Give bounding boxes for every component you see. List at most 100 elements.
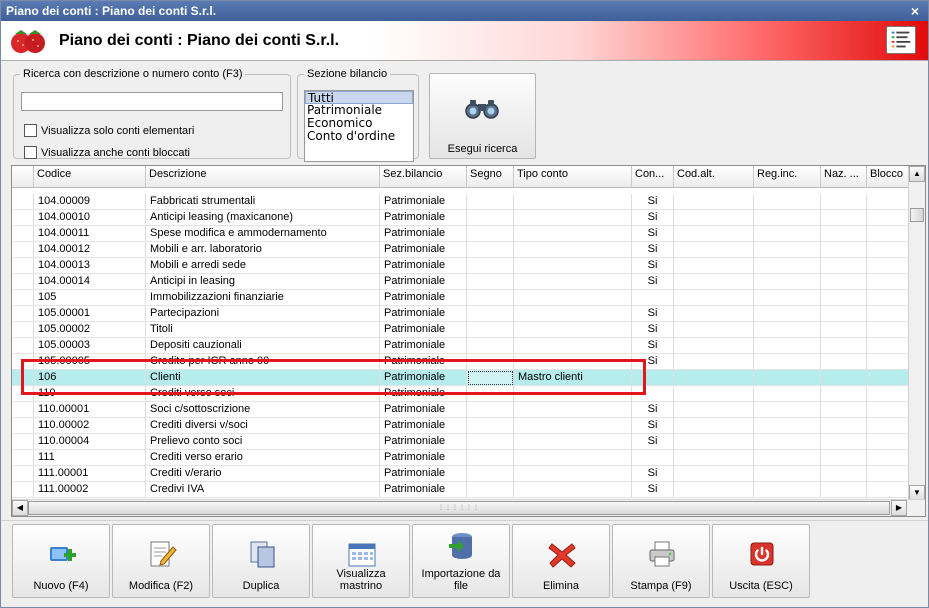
- table-cell[interactable]: [867, 306, 909, 322]
- row-indicator[interactable]: [12, 482, 34, 498]
- table-cell[interactable]: Patrimoniale: [380, 402, 467, 418]
- table-cell[interactable]: Si: [632, 434, 674, 450]
- table-cell[interactable]: [754, 306, 821, 322]
- table-cell[interactable]: [674, 354, 754, 370]
- table-cell[interactable]: Anticipi in leasing: [146, 274, 380, 290]
- table-cell[interactable]: Si: [632, 274, 674, 290]
- vertical-scrollbar[interactable]: ▲ ▼: [908, 166, 925, 501]
- table-cell[interactable]: Si: [632, 194, 674, 210]
- table-cell[interactable]: Crediti diversi v/soci: [146, 418, 380, 434]
- table-row[interactable]: 105.00001 Partecipazioni Patrimoniale Si: [12, 306, 909, 322]
- table-cell[interactable]: [514, 210, 632, 226]
- table-cell[interactable]: [821, 418, 867, 434]
- table-cell[interactable]: [821, 402, 867, 418]
- table-cell[interactable]: [821, 226, 867, 242]
- table-cell[interactable]: 105.00002: [34, 322, 146, 338]
- table-cell[interactable]: Patrimoniale: [380, 210, 467, 226]
- table-cell[interactable]: Patrimoniale: [380, 338, 467, 354]
- table-cell[interactable]: 111.00001: [34, 466, 146, 482]
- table-cell[interactable]: [674, 418, 754, 434]
- table-cell[interactable]: [467, 354, 514, 370]
- table-cell[interactable]: [821, 242, 867, 258]
- table-cell[interactable]: [514, 338, 632, 354]
- table-cell[interactable]: [467, 306, 514, 322]
- table-cell[interactable]: [821, 466, 867, 482]
- table-row[interactable]: 105.00002 Titoli Patrimoniale Si: [12, 322, 909, 338]
- table-row[interactable]: 104.00010 Anticipi leasing (maxicanone) Pa…: [12, 210, 909, 226]
- row-indicator[interactable]: [12, 418, 34, 434]
- table-cell[interactable]: [674, 370, 754, 386]
- table-cell[interactable]: [514, 354, 632, 370]
- table-cell[interactable]: [632, 370, 674, 386]
- table-cell[interactable]: Patrimoniale: [380, 306, 467, 322]
- table-cell[interactable]: [867, 450, 909, 466]
- row-indicator[interactable]: [12, 466, 34, 482]
- table-cell[interactable]: [754, 418, 821, 434]
- table-cell[interactable]: Immobilizzazioni finanziarie: [146, 290, 380, 306]
- uscita-button[interactable]: Uscita (ESC): [712, 524, 810, 598]
- table-row[interactable]: 105 Immobilizzazioni finanziarie Patrimoni…: [12, 290, 909, 306]
- table-cell[interactable]: 106: [34, 370, 146, 386]
- table-cell[interactable]: [514, 434, 632, 450]
- table-cell[interactable]: [821, 370, 867, 386]
- table-cell[interactable]: Anticipi leasing (maxicanone): [146, 210, 380, 226]
- checkbox-box[interactable]: [24, 146, 37, 159]
- row-indicator[interactable]: [12, 354, 34, 370]
- table-cell[interactable]: Crediti verso soci: [146, 386, 380, 402]
- table-row[interactable]: 104.00013 Mobili e arredi sede Patrimonial…: [12, 258, 909, 274]
- close-icon[interactable]: ×: [908, 1, 922, 21]
- only-elementary-checkbox[interactable]: Visualizza solo conti elementari: [24, 124, 194, 137]
- row-indicator[interactable]: [12, 194, 34, 210]
- table-cell[interactable]: Crediti v/erario: [146, 466, 380, 482]
- table-cell[interactable]: Si: [632, 418, 674, 434]
- table-cell[interactable]: [514, 418, 632, 434]
- listbox-option-conto-ordine[interactable]: Conto d'ordine: [305, 130, 413, 143]
- table-cell[interactable]: [821, 482, 867, 498]
- table-cell[interactable]: [632, 290, 674, 306]
- checkbox-box[interactable]: [24, 124, 37, 137]
- table-cell[interactable]: [514, 242, 632, 258]
- table-row[interactable]: 111.00001 Crediti v/erario Patrimoniale Si: [12, 466, 909, 482]
- table-cell[interactable]: [867, 258, 909, 274]
- table-cell[interactable]: [867, 194, 909, 210]
- column-header[interactable]: Tipo conto: [514, 166, 632, 188]
- table-cell[interactable]: Si: [632, 306, 674, 322]
- table-row[interactable]: 110.00004 Prelievo conto soci Patrimoniale…: [12, 434, 909, 450]
- table-cell[interactable]: Mastro clienti: [514, 370, 632, 386]
- search-input[interactable]: [21, 92, 283, 111]
- table-cell[interactable]: [754, 274, 821, 290]
- table-cell[interactable]: [514, 386, 632, 402]
- table-cell[interactable]: Si: [632, 338, 674, 354]
- table-cell[interactable]: [867, 274, 909, 290]
- table-cell[interactable]: [467, 338, 514, 354]
- column-header[interactable]: Con...: [632, 166, 674, 188]
- grid-body[interactable]: 104.00009 Fabbricati strumentali Patrimoni…: [12, 194, 909, 502]
- table-cell[interactable]: Patrimoniale: [380, 466, 467, 482]
- column-header[interactable]: Naz. ...: [821, 166, 867, 188]
- table-cell[interactable]: Credivi IVA: [146, 482, 380, 498]
- table-cell[interactable]: 104.00011: [34, 226, 146, 242]
- horizontal-scrollbar[interactable]: ◀ ⋮⋮⋮⋮⋮⋮ ▶: [12, 499, 925, 516]
- table-cell[interactable]: [674, 210, 754, 226]
- table-cell[interactable]: Si: [632, 466, 674, 482]
- table-cell[interactable]: [867, 434, 909, 450]
- column-header[interactable]: Descrizione: [146, 166, 380, 188]
- table-cell[interactable]: Si: [632, 242, 674, 258]
- table-cell[interactable]: Patrimoniale: [380, 258, 467, 274]
- table-cell[interactable]: Patrimoniale: [380, 322, 467, 338]
- table-cell[interactable]: [867, 290, 909, 306]
- table-cell[interactable]: [674, 482, 754, 498]
- table-cell[interactable]: [754, 482, 821, 498]
- table-cell[interactable]: [821, 322, 867, 338]
- table-cell[interactable]: [754, 242, 821, 258]
- table-cell[interactable]: [867, 338, 909, 354]
- accounts-grid[interactable]: Codice Descrizione Sez.bilancio Segno Tipo c…: [11, 165, 926, 517]
- table-cell[interactable]: [467, 258, 514, 274]
- row-indicator[interactable]: [12, 210, 34, 226]
- table-cell[interactable]: Depositi cauzionali: [146, 338, 380, 354]
- table-cell[interactable]: [674, 258, 754, 274]
- table-cell[interactable]: 105.00005: [34, 354, 146, 370]
- table-cell[interactable]: [821, 210, 867, 226]
- table-cell[interactable]: [514, 466, 632, 482]
- table-cell[interactable]: [821, 306, 867, 322]
